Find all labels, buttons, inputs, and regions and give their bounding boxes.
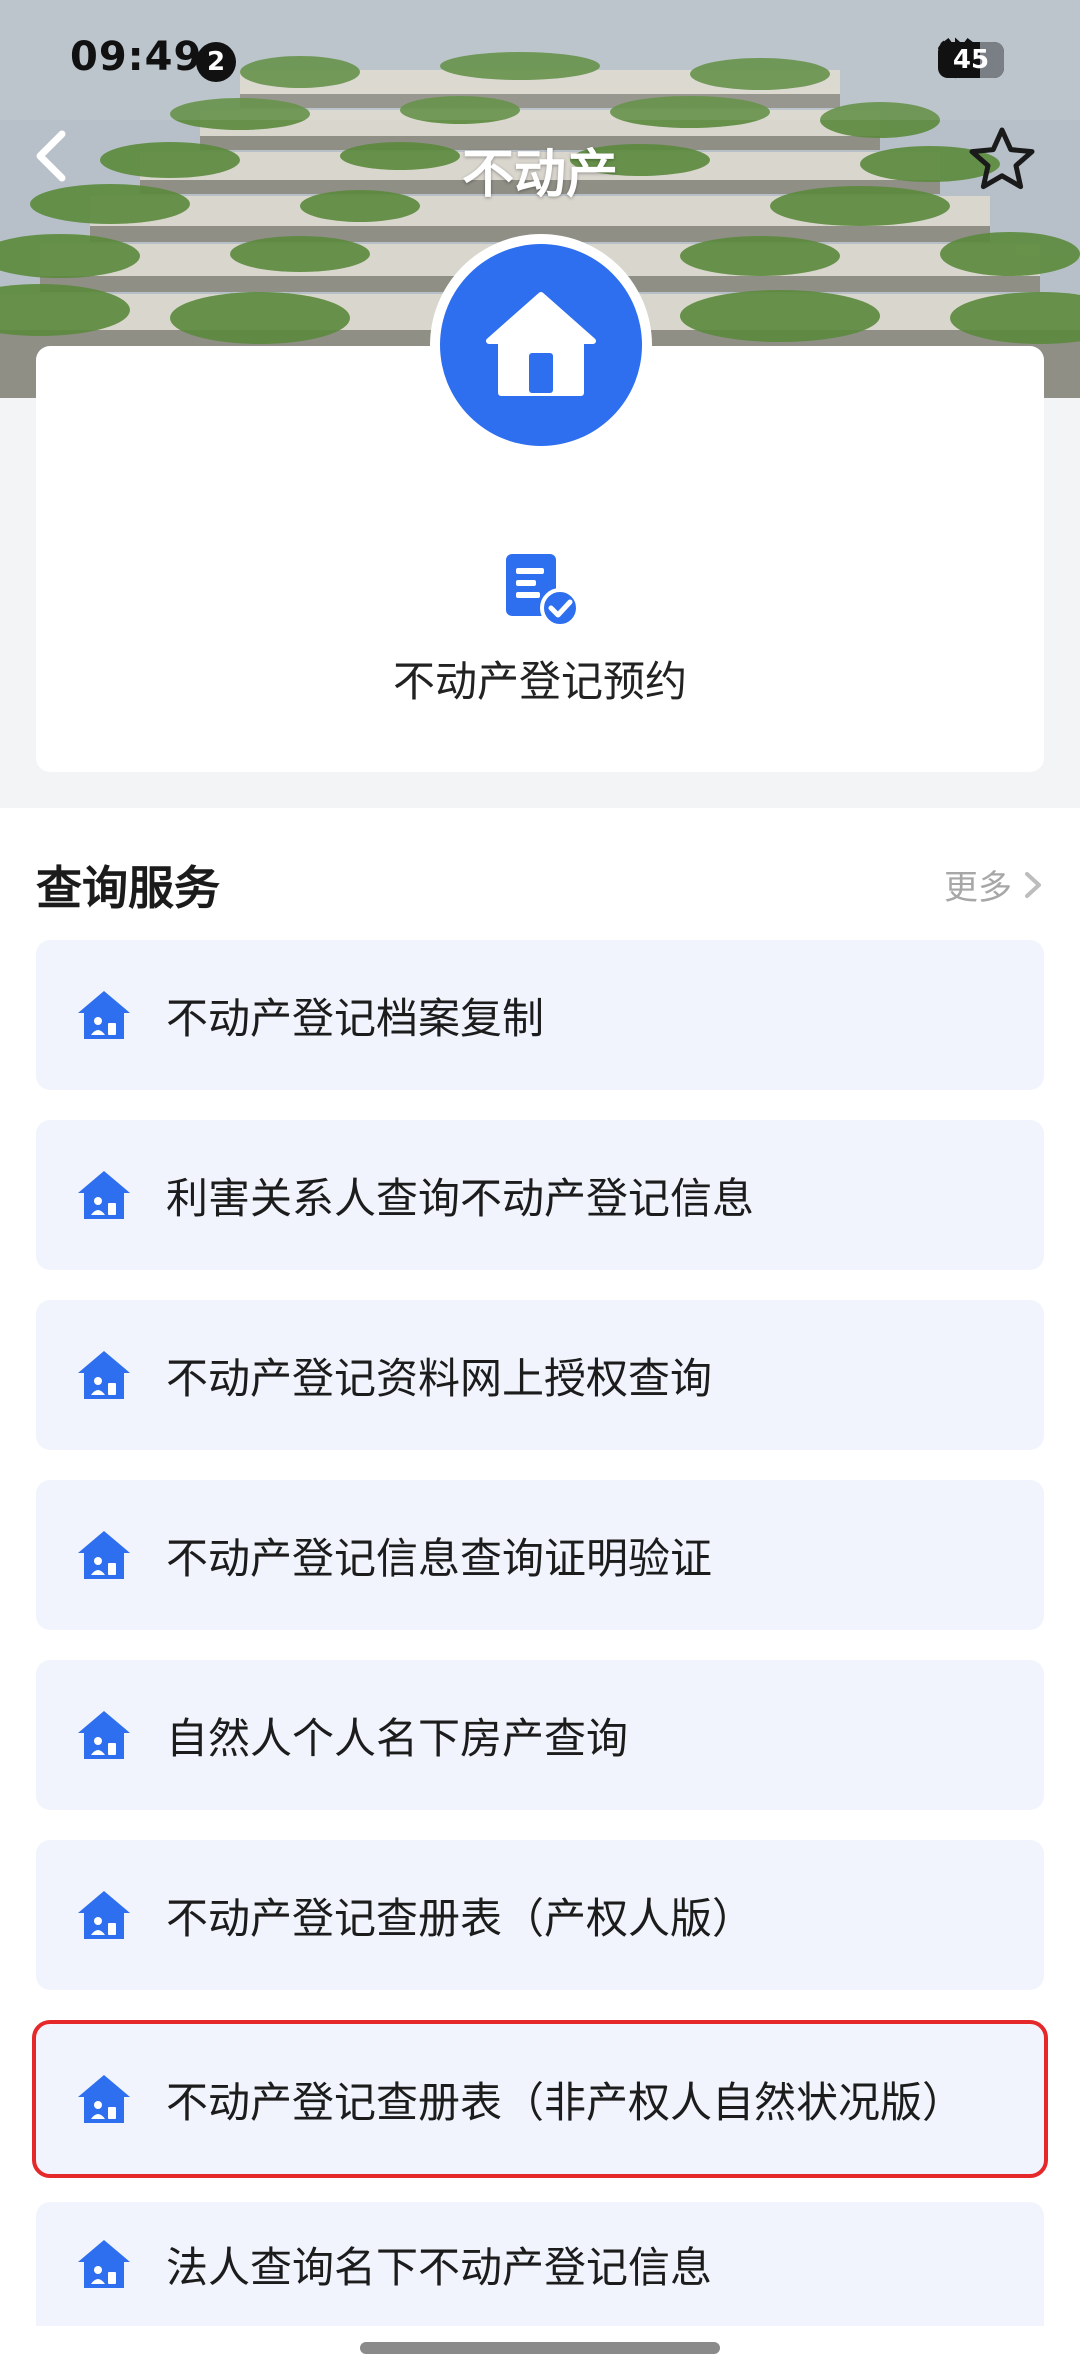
- house-person-icon: [78, 991, 130, 1039]
- service-item-label: 利害关系人查询不动产登记信息: [166, 1173, 755, 1223]
- more-link[interactable]: 更多: [944, 860, 1044, 909]
- battery-icon: 45: [938, 42, 1004, 78]
- service-item-label: 不动产登记资料网上授权查询: [166, 1353, 713, 1403]
- service-item-label: 不动产登记查册表（非产权人自然状况版）: [166, 2077, 965, 2127]
- service-item[interactable]: 法人查询名下不动产登记信息: [36, 2202, 1044, 2326]
- house-person-icon: [78, 2240, 130, 2288]
- booking-entry[interactable]: [504, 552, 580, 628]
- chevron-right-icon: [1025, 871, 1041, 898]
- house-person-icon: [78, 1711, 130, 1759]
- battery-level: 45: [952, 45, 990, 75]
- service-item-label: 法人查询名下不动产登记信息: [166, 2242, 713, 2292]
- section-title: 查询服务: [36, 861, 220, 915]
- service-item-label: 自然人个人名下房产查询: [166, 1713, 629, 1763]
- service-item-label: 不动产登记档案复制: [166, 993, 545, 1043]
- house-person-icon: [78, 1891, 130, 1939]
- page-title: 不动产: [461, 145, 618, 205]
- service-item[interactable]: 不动产登记资料网上授权查询: [36, 1300, 1044, 1450]
- favorite-button[interactable]: [966, 124, 1044, 202]
- service-item-label: 不动产登记信息查询证明验证: [166, 1533, 713, 1583]
- status-bar: 09:49 2 4G 4G: [0, 0, 1080, 120]
- status-icons: 4G 4G 45: [938, 36, 1004, 84]
- service-item[interactable]: 不动产登记查册表（产权人版）: [36, 1840, 1044, 1990]
- service-item[interactable]: 自然人个人名下房产查询: [36, 1660, 1044, 1810]
- document-check-icon: [506, 554, 580, 628]
- service-item[interactable]: 不动产登记查册表（非产权人自然状况版）: [32, 2020, 1048, 2178]
- status-time: 09:49: [70, 34, 203, 80]
- more-label: 更多: [944, 868, 1012, 908]
- service-item[interactable]: 不动产登记档案复制: [36, 940, 1044, 1090]
- house-icon: [486, 292, 596, 396]
- booking-label[interactable]: 不动产登记预约: [0, 648, 1080, 709]
- star-outline-icon: [969, 127, 1035, 190]
- service-item[interactable]: 利害关系人查询不动产登记信息: [36, 1120, 1044, 1270]
- notification-count-badge: 2: [196, 42, 236, 82]
- home-indicator[interactable]: [360, 2342, 720, 2354]
- house-badge: [440, 244, 642, 446]
- house-person-icon: [78, 1171, 130, 1219]
- house-person-icon: [78, 2075, 130, 2123]
- house-person-icon: [78, 1531, 130, 1579]
- service-item-label: 不动产登记查册表（产权人版）: [166, 1893, 755, 1943]
- service-item[interactable]: 不动产登记信息查询证明验证: [36, 1480, 1044, 1630]
- house-person-icon: [78, 1351, 130, 1399]
